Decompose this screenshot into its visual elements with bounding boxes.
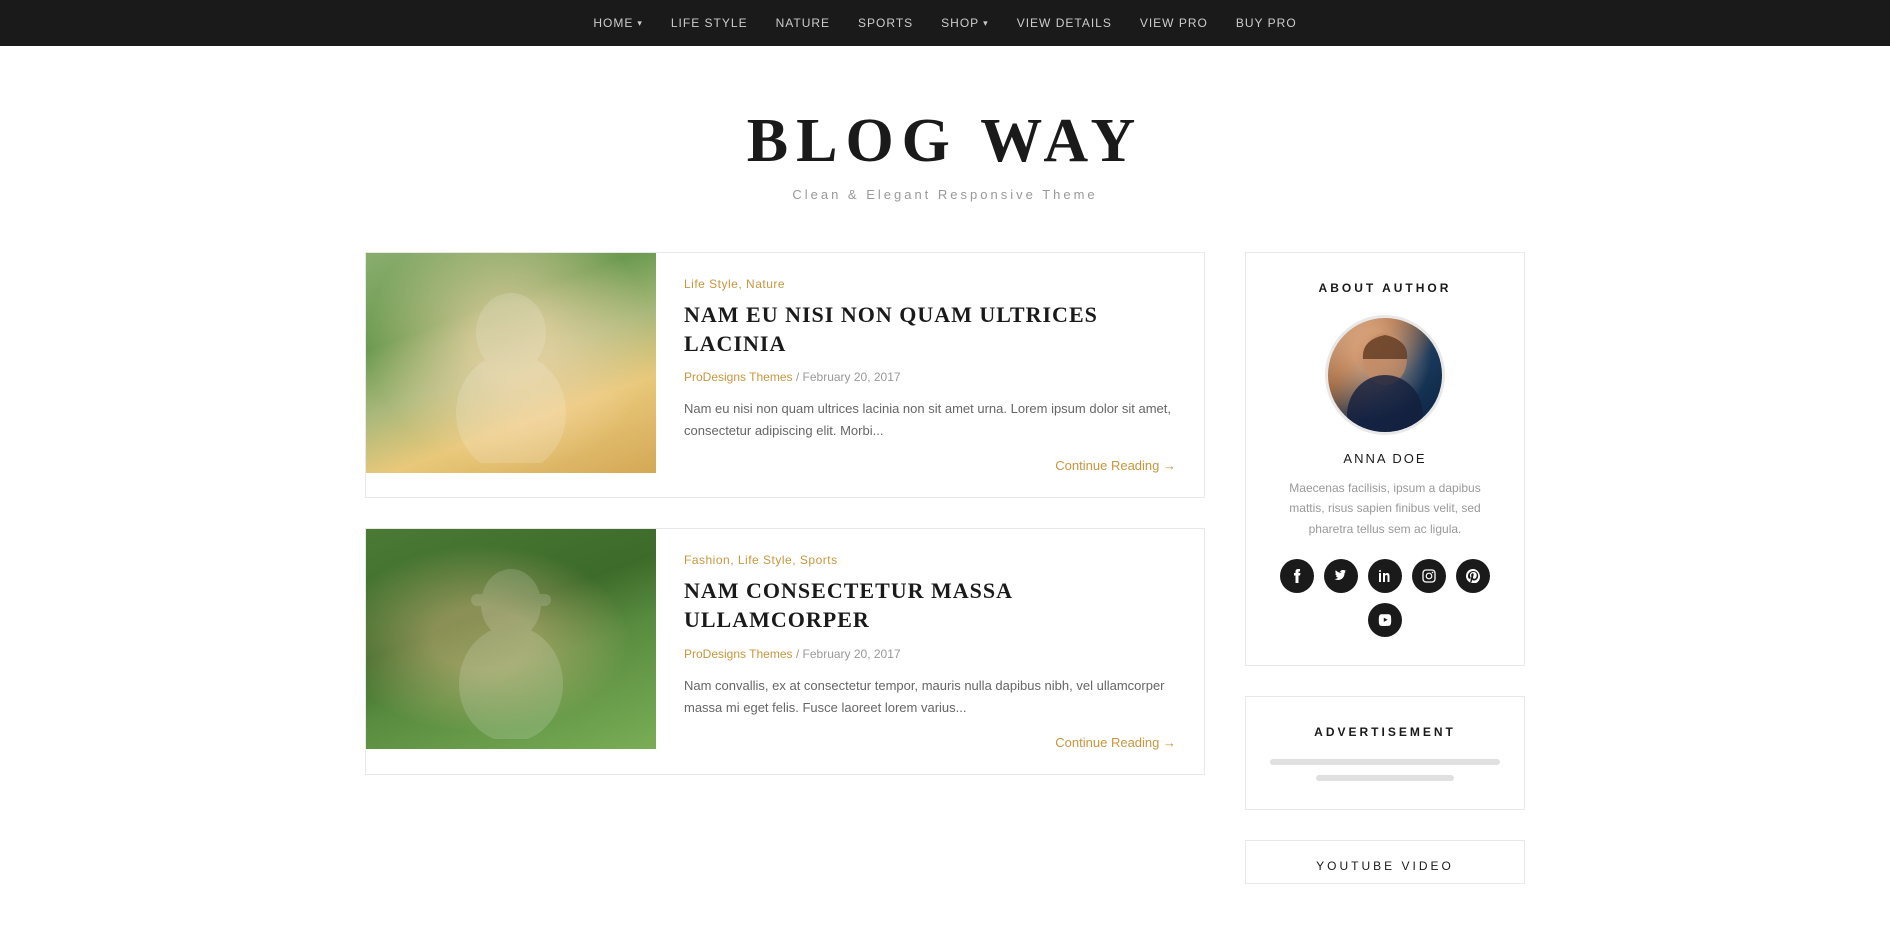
nav-view-details[interactable]: VIEW DETAILS — [1003, 0, 1126, 46]
nav-shop[interactable]: SHOP ▾ — [927, 0, 1003, 46]
author-avatar — [1325, 315, 1445, 435]
main-content: Life Style, Nature NAM EU NISI NON QUAM … — [365, 252, 1205, 884]
social-facebook[interactable] — [1280, 559, 1314, 593]
main-nav: HOME ▾ LIFE STYLE NATURE SPORTS SHOP ▾ V… — [0, 0, 1890, 46]
site-tagline: Clean & Elegant Responsive Theme — [20, 187, 1870, 202]
post-meta-1: ProDesigns Themes / February 20, 2017 — [684, 370, 1176, 384]
post-body-2: Fashion, Life Style, Sports NAM CONSECTE… — [656, 529, 1204, 773]
post-image-2 — [366, 529, 656, 773]
post-card-1: Life Style, Nature NAM EU NISI NON QUAM … — [365, 252, 1205, 498]
nav-buy-pro[interactable]: BUY PRO — [1222, 0, 1311, 46]
nav-view-pro[interactable]: VIEW PRO — [1126, 0, 1222, 46]
nav-home[interactable]: HOME ▾ — [579, 0, 657, 46]
social-linkedin[interactable] — [1368, 559, 1402, 593]
site-title: BLOG WAY — [20, 106, 1870, 177]
author-avatar-image — [1328, 318, 1442, 432]
shop-dropdown-arrow: ▾ — [983, 0, 989, 46]
nav-sports[interactable]: SPORTS — [844, 0, 927, 46]
nav-lifestyle[interactable]: LIFE STYLE — [657, 0, 762, 46]
post-image-1 — [366, 253, 656, 497]
post-thumbnail-1 — [366, 253, 656, 473]
about-author-title: ABOUT AUTHOR — [1270, 281, 1500, 295]
post-excerpt-2: Nam convallis, ex at consectetur tempor,… — [684, 675, 1176, 719]
social-twitter[interactable] — [1324, 559, 1358, 593]
social-icons — [1270, 559, 1500, 637]
site-header: BLOG WAY Clean & Elegant Responsive Them… — [0, 46, 1890, 252]
ad-bar-1 — [1270, 759, 1500, 765]
social-youtube[interactable] — [1368, 603, 1402, 637]
home-dropdown-arrow: ▾ — [637, 0, 643, 46]
nav-nature[interactable]: NATURE — [762, 0, 844, 46]
post-thumbnail-2 — [366, 529, 656, 749]
post-title-2[interactable]: NAM CONSECTETUR MASSA ULLAMCORPER — [684, 577, 1176, 634]
post-card-2: Fashion, Life Style, Sports NAM CONSECTE… — [365, 528, 1205, 774]
author-name: ANNA DOE — [1270, 451, 1500, 466]
social-pinterest[interactable] — [1456, 559, 1490, 593]
social-instagram[interactable] — [1412, 559, 1446, 593]
post-categories-2: Fashion, Life Style, Sports — [684, 553, 1176, 567]
post-author-1: ProDesigns Themes — [684, 370, 793, 384]
continue-reading-1[interactable]: Continue Reading → — [684, 458, 1176, 473]
post-body-1: Life Style, Nature NAM EU NISI NON QUAM … — [656, 253, 1204, 497]
content-wrapper: Life Style, Nature NAM EU NISI NON QUAM … — [325, 252, 1565, 944]
advertisement-widget: ADVERTISEMENT — [1245, 696, 1525, 810]
about-author-widget: ABOUT AUTHOR ANNA DOE Maecenas facilisis… — [1245, 252, 1525, 666]
ad-bar-2 — [1316, 775, 1454, 781]
post-date-1: February 20, 2017 — [803, 370, 901, 384]
post-title-1[interactable]: NAM EU NISI NON QUAM ULTRICES LACINIA — [684, 301, 1176, 358]
sidebar: ABOUT AUTHOR ANNA DOE Maecenas facilisis… — [1245, 252, 1525, 884]
youtube-widget-title: YOUTUBE VIDEO — [1245, 840, 1525, 884]
post-author-2: ProDesigns Themes — [684, 647, 793, 661]
continue-reading-2[interactable]: Continue Reading → — [684, 735, 1176, 750]
post-excerpt-1: Nam eu nisi non quam ultrices lacinia no… — [684, 398, 1176, 442]
advertisement-title: ADVERTISEMENT — [1270, 725, 1500, 739]
post-categories-1: Life Style, Nature — [684, 277, 1176, 291]
post-meta-2: ProDesigns Themes / February 20, 2017 — [684, 647, 1176, 661]
author-bio: Maecenas facilisis, ipsum a dapibus matt… — [1270, 478, 1500, 539]
post-date-2: February 20, 2017 — [803, 647, 901, 661]
